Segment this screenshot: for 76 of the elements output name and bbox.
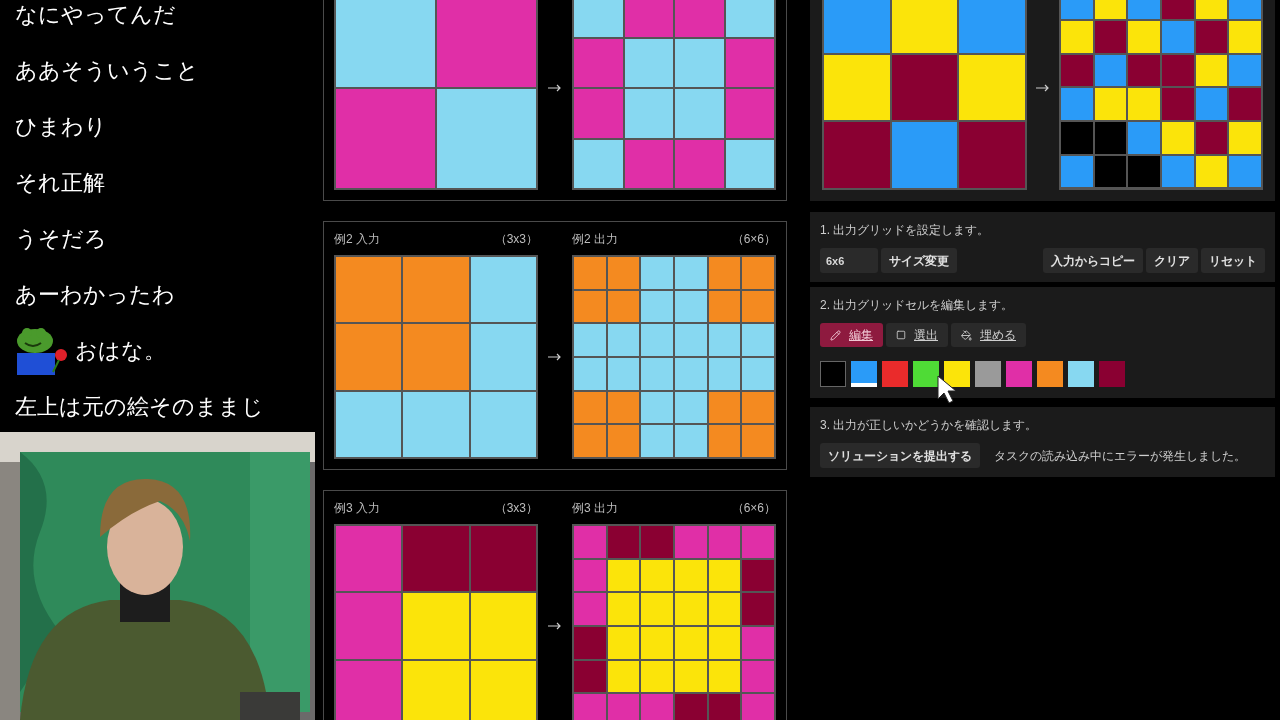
grid-cell[interactable] <box>1128 54 1160 87</box>
chat-message: なにやってんだ <box>15 1 176 29</box>
grid-cell[interactable] <box>1061 21 1093 53</box>
grid-cell[interactable] <box>1162 54 1194 87</box>
color-swatch[interactable] <box>882 361 908 387</box>
color-swatch[interactable] <box>913 361 939 387</box>
grid-cell[interactable] <box>1061 54 1093 87</box>
grid-cell[interactable] <box>1094 155 1127 188</box>
arrow-icon <box>548 622 562 630</box>
color-swatch[interactable] <box>851 361 877 387</box>
grid-cell[interactable] <box>1094 88 1127 121</box>
grid-cell[interactable] <box>1061 122 1093 154</box>
grid-cell[interactable] <box>1061 88 1093 121</box>
grid-action-button[interactable]: クリア <box>1146 248 1198 273</box>
color-swatch[interactable] <box>944 361 970 387</box>
grid-cell[interactable] <box>1195 54 1228 87</box>
grid-size-label: （6×6） <box>731 500 776 516</box>
submit-button[interactable]: ソリューションを提出する <box>820 443 980 468</box>
input-label: 例3 入力 <box>334 500 380 516</box>
color-swatch[interactable] <box>1099 361 1125 387</box>
resize-button[interactable]: サイズ変更 <box>881 248 957 273</box>
grid-cell[interactable] <box>1229 155 1261 188</box>
grid-cell[interactable] <box>1094 21 1127 53</box>
arrow-icon <box>548 353 562 361</box>
pencil-icon <box>830 329 841 341</box>
grid-cell[interactable] <box>1061 155 1093 188</box>
color-swatch[interactable] <box>1037 361 1063 387</box>
square-icon <box>896 330 906 340</box>
step-title: 3. 出力が正しいかどうかを確認します。 <box>820 417 1039 434</box>
chat-message: おはな。 <box>75 337 166 365</box>
chat-message: あーわかったわ <box>15 281 175 309</box>
chat-message: 左上は元の絵そのままじ <box>15 393 264 421</box>
grid-cell[interactable] <box>1162 88 1194 121</box>
arrow-icon <box>1036 83 1050 92</box>
tool-button[interactable]: 編集 <box>820 323 883 347</box>
color-swatch[interactable] <box>1068 361 1094 387</box>
grid-cell[interactable] <box>1195 21 1228 53</box>
grid-cell[interactable] <box>1094 122 1127 154</box>
error-message: タスクの読み込み中にエラーが発生しました。 <box>994 447 1246 465</box>
grid-cell[interactable] <box>1229 54 1261 87</box>
input-label: 例2 入力 <box>334 231 380 247</box>
grid-action-button[interactable]: 入力からコピー <box>1043 248 1143 273</box>
output-label: 例3 出力 <box>572 500 618 516</box>
grid-cell[interactable] <box>1229 21 1261 53</box>
step-title: 1. 出力グリッドを設定します。 <box>820 222 991 239</box>
grid-cell[interactable] <box>1195 88 1228 121</box>
grid-cell[interactable] <box>1128 122 1160 154</box>
grid-cell[interactable] <box>1229 88 1261 121</box>
tool-button[interactable]: 選出 <box>886 323 948 347</box>
output-label: 例2 出力 <box>572 231 618 247</box>
grid-cell[interactable] <box>1162 155 1194 188</box>
grid-cell[interactable] <box>1162 21 1194 53</box>
size-field[interactable]: 6x6 <box>820 248 878 273</box>
chat-message: うそだろ <box>15 225 107 253</box>
grid-action-button[interactable]: リセット <box>1201 248 1265 273</box>
grid-cell[interactable] <box>1128 88 1160 121</box>
step-title: 2. 出力グリッドセルを編集します。 <box>820 297 1015 314</box>
grid-cell[interactable] <box>1195 155 1228 188</box>
chat-message: それ正解 <box>15 169 105 197</box>
grid-cell[interactable] <box>1162 122 1194 154</box>
paint-bucket-icon <box>961 329 972 341</box>
color-swatch[interactable] <box>1006 361 1032 387</box>
grid-cell[interactable] <box>1128 155 1160 188</box>
grid-size-label: （3x3） <box>494 500 538 516</box>
grid-cell[interactable] <box>1094 54 1127 87</box>
arrow-icon <box>548 84 562 92</box>
tool-button[interactable]: 埋める <box>951 323 1026 347</box>
grid-cell[interactable] <box>1128 21 1160 53</box>
color-swatch[interactable] <box>820 361 846 387</box>
grid-cell[interactable] <box>1195 122 1228 154</box>
chat-message: ああそういうこと <box>15 57 199 85</box>
grid-size-label: （3x3） <box>494 231 538 247</box>
color-swatch[interactable] <box>975 361 1001 387</box>
chat-message: ひまわり <box>15 113 107 141</box>
grid-cell[interactable] <box>1229 122 1261 154</box>
grid-size-label: （6×6） <box>731 231 776 247</box>
